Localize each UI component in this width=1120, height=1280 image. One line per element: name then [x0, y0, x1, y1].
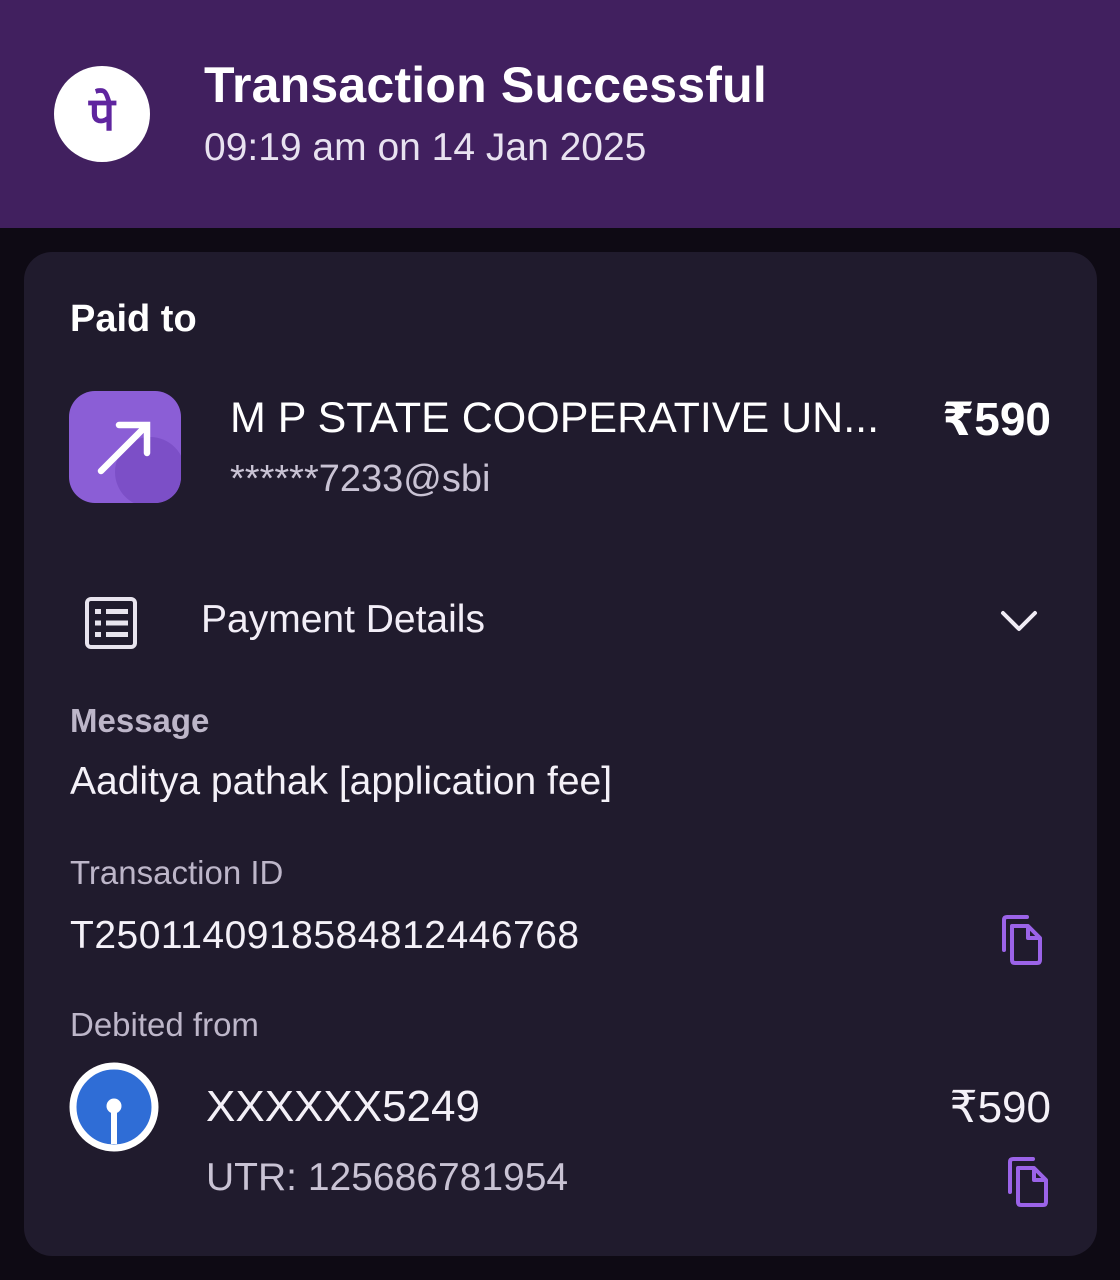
page-title: Transaction Successful — [204, 57, 767, 113]
chevron-down-icon[interactable] — [998, 604, 1040, 638]
message-label: Message — [70, 702, 210, 739]
paid-to-label: Paid to — [70, 298, 197, 340]
debit-amount: ₹590 — [949, 1083, 1051, 1132]
transaction-timestamp: 09:19 am on 14 Jan 2025 — [204, 126, 647, 169]
transaction-header: पे Transaction Successful 09:19 am on 14… — [0, 0, 1120, 228]
phonepe-logo: पे — [54, 66, 150, 162]
payee-name: M P STATE COOPERATIVE UN... — [230, 394, 880, 442]
phonepe-logo-glyph: पे — [88, 87, 116, 141]
payment-details-toggle[interactable]: Payment Details — [201, 598, 485, 642]
arrow-up-right-icon — [69, 391, 181, 503]
sbi-bank-logo-icon — [69, 1062, 159, 1152]
transaction-id-label: Transaction ID — [70, 854, 284, 891]
transaction-card: Paid to M P STATE COOPERATIVE UN... ****… — [24, 252, 1097, 1256]
message-value: Aaditya pathak [application fee] — [70, 760, 613, 803]
transaction-id-value: T2501140918584812446768 — [70, 914, 580, 957]
payee-upi-id: ******7233@sbi — [230, 458, 491, 500]
copy-icon[interactable] — [1004, 1156, 1050, 1208]
debited-from-label: Debited from — [70, 1006, 259, 1043]
paid-amount: ₹590 — [942, 393, 1051, 445]
utr-number: UTR: 125686781954 — [206, 1156, 569, 1199]
receipt-list-icon — [85, 597, 137, 649]
debit-account-number: XXXXXX5249 — [206, 1082, 480, 1131]
copy-icon[interactable] — [998, 914, 1044, 966]
